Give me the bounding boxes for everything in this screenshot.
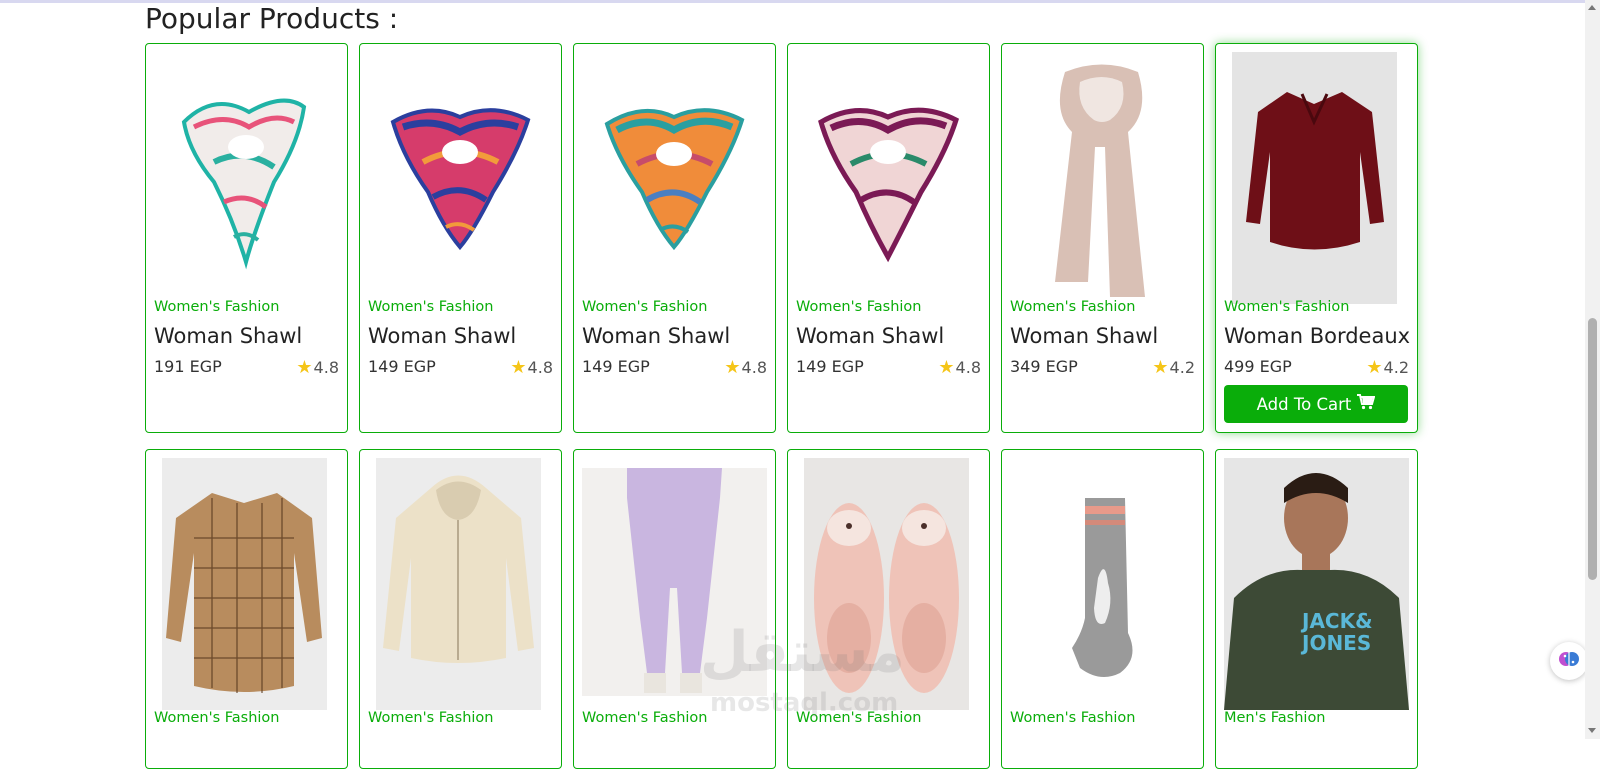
product-category[interactable]: Women's Fashion: [368, 710, 493, 726]
product-category[interactable]: Women's Fashion: [368, 299, 493, 315]
star-icon: ★: [1152, 357, 1169, 378]
add-to-cart-label: Add To Cart: [1256, 394, 1352, 414]
star-icon: ★: [296, 357, 313, 378]
star-icon: ★: [510, 357, 527, 378]
product-category[interactable]: Women's Fashion: [582, 299, 707, 315]
product-image[interactable]: [1232, 52, 1397, 304]
product-card[interactable]: Women's Fashion Woman Shawl 149 EGP ★ 4.8: [787, 43, 990, 433]
scroll-down-icon[interactable]: [1588, 728, 1596, 733]
product-category[interactable]: Men's Fashion: [1224, 710, 1326, 726]
cart-icon: [1357, 394, 1376, 414]
product-category[interactable]: Women's Fashion: [796, 299, 921, 315]
brain-icon: [1558, 648, 1580, 674]
rating-value: 4.2: [1169, 358, 1195, 377]
product-image[interactable]: JACK& JONES: [1224, 458, 1409, 710]
product-title[interactable]: Woman Shawl: [154, 324, 302, 348]
product-card[interactable]: Women's Fashion: [1001, 449, 1204, 769]
product-rating: ★ 4.2: [1152, 357, 1195, 378]
product-rating: ★ 4.8: [296, 357, 339, 378]
product-image[interactable]: [162, 458, 327, 710]
assistant-button[interactable]: [1550, 642, 1588, 680]
product-category[interactable]: Women's Fashion: [154, 299, 279, 315]
product-price: 349 EGP: [1010, 357, 1078, 376]
star-icon: ★: [1366, 357, 1383, 378]
product-image[interactable]: [154, 52, 339, 304]
product-card[interactable]: Women's Fashion: [145, 449, 348, 769]
rating-value: 4.8: [313, 358, 339, 377]
product-price: 191 EGP: [154, 357, 222, 376]
svg-text:JACK&: JACK&: [1300, 609, 1373, 633]
product-category[interactable]: Women's Fashion: [1010, 299, 1135, 315]
product-image[interactable]: [368, 52, 553, 304]
add-to-cart-button[interactable]: Add To Cart: [1224, 385, 1408, 423]
product-card[interactable]: Women's Fashion Woman Shawl 191 EGP ★ 4.8: [145, 43, 348, 433]
product-card[interactable]: Women's Fashion Woman Shawl 349 EGP ★ 4.2: [1001, 43, 1204, 433]
watermark-url: mostaql.com: [710, 688, 899, 718]
rating-value: 4.2: [1383, 358, 1409, 377]
product-title[interactable]: Woman Bordeaux: [1224, 324, 1410, 348]
product-price: 149 EGP: [796, 357, 864, 376]
product-category[interactable]: Women's Fashion: [582, 710, 707, 726]
rating-value: 4.8: [527, 358, 553, 377]
product-card[interactable]: Women's Fashion Woman Shawl 149 EGP ★ 4.8: [359, 43, 562, 433]
product-title[interactable]: Woman Shawl: [582, 324, 730, 348]
product-card[interactable]: Women's Fashion: [787, 449, 990, 769]
product-card[interactable]: Women's Fashion: [359, 449, 562, 769]
product-price: 149 EGP: [582, 357, 650, 376]
product-image[interactable]: [376, 458, 541, 710]
product-card[interactable]: Women's Fashion: [573, 449, 776, 769]
product-title[interactable]: Woman Shawl: [368, 324, 516, 348]
product-rating: ★ 4.2: [1366, 357, 1409, 378]
star-icon: ★: [938, 357, 955, 378]
product-card[interactable]: Women's Fashion Woman Bordeaux 499 EGP ★…: [1215, 43, 1418, 433]
product-category[interactable]: Women's Fashion: [154, 710, 279, 726]
product-price: 499 EGP: [1224, 357, 1292, 376]
product-title[interactable]: Woman Shawl: [796, 324, 944, 348]
product-card[interactable]: Women's Fashion Woman Shawl 149 EGP ★ 4.8: [573, 43, 776, 433]
watermark: مستقل: [700, 620, 905, 685]
product-rating: ★ 4.8: [724, 357, 767, 378]
product-category[interactable]: Women's Fashion: [1010, 710, 1135, 726]
product-category[interactable]: Women's Fashion: [1224, 299, 1349, 315]
svg-text:JONES: JONES: [1300, 631, 1371, 655]
rating-value: 4.8: [741, 358, 767, 377]
product-image[interactable]: [1010, 52, 1195, 304]
section-heading: Popular Products :: [145, 2, 399, 35]
product-card[interactable]: JACK& JONES Men's Fashion: [1215, 449, 1418, 769]
product-image[interactable]: [796, 52, 981, 304]
product-rating: ★ 4.8: [938, 357, 981, 378]
page-scrollbar[interactable]: [1585, 0, 1600, 739]
star-icon: ★: [724, 357, 741, 378]
rating-value: 4.8: [955, 358, 981, 377]
product-price: 149 EGP: [368, 357, 436, 376]
scroll-up-icon[interactable]: [1588, 5, 1596, 10]
product-image[interactable]: [1010, 458, 1195, 710]
scrollbar-thumb[interactable]: [1588, 318, 1597, 580]
product-image[interactable]: [582, 52, 767, 304]
product-title[interactable]: Woman Shawl: [1010, 324, 1158, 348]
product-rating: ★ 4.8: [510, 357, 553, 378]
